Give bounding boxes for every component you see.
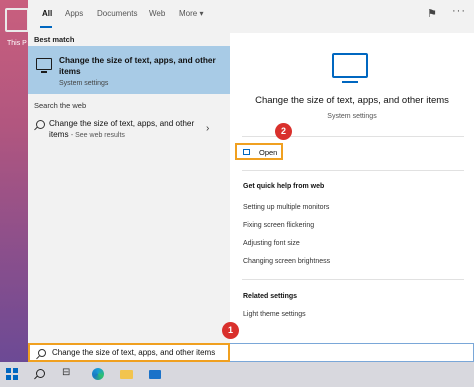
tab-more[interactable]: More ▾ [179,9,203,18]
active-tab-indicator [40,26,52,28]
best-match-subtitle: System settings [59,80,109,87]
taskbar: ⊟ [0,362,474,387]
search-input-value: Change the size of text, apps, and other… [52,348,216,357]
tab-documents[interactable]: Documents [97,9,137,18]
divider [242,136,464,137]
detail-content: Change the size of text, apps, and other… [230,33,474,343]
search-icon[interactable] [36,369,45,378]
detail-panel: ⚑ ··· Change the size of text, apps, and… [230,0,474,343]
help-link-flickering[interactable]: Fixing screen flickering [243,222,314,229]
related-settings-heading: Related settings [243,293,298,300]
open-label: Open [259,148,278,157]
file-explorer-icon[interactable] [120,370,133,379]
related-link-light-theme[interactable]: Light theme settings [243,311,306,318]
detail-subtitle: System settings [327,113,377,120]
monitor-icon [36,58,52,73]
monitor-large-icon [332,53,368,78]
search-web-heading: Search the web [34,101,87,110]
best-match-title: Change the size of text, apps, and other… [59,55,216,76]
desktop-background: This P [0,0,28,362]
web-result-subtitle: - See web results [70,132,125,139]
task-view-icon[interactable]: ⊟ [62,367,70,378]
tab-all[interactable]: All [42,9,52,18]
more-options-icon[interactable]: ··· [452,5,466,17]
help-link-font-size[interactable]: Adjusting font size [243,240,300,247]
help-link-monitors[interactable]: Setting up multiple monitors [243,204,329,211]
this-pc-icon[interactable] [5,8,28,32]
tab-web[interactable]: Web [149,9,165,18]
best-match-item[interactable]: Change the size of text, apps, and other… [28,46,230,94]
quick-help-heading: Get quick help from web [243,183,325,190]
edge-browser-icon[interactable] [92,368,104,380]
windows-start-icon[interactable] [6,368,18,380]
search-icon [36,120,45,129]
web-result-title: Change the size of text, apps, and other… [49,118,199,141]
step-badge-1: 1 [222,322,239,339]
mail-icon[interactable] [149,370,161,379]
search-results-panel: All Apps Documents Web More ▾ Best match… [28,0,230,343]
feedback-icon[interactable]: ⚑ [427,7,437,20]
web-result-item[interactable]: Change the size of text, apps, and other… [28,116,230,146]
search-input-extension[interactable] [230,343,474,362]
open-button[interactable]: Open [235,143,283,160]
help-link-brightness[interactable]: Changing screen brightness [243,258,330,265]
divider [242,279,464,280]
search-icon [38,349,46,357]
tab-apps[interactable]: Apps [65,9,83,18]
this-pc-label: This P [7,40,27,47]
chevron-right-icon[interactable]: › [206,123,209,134]
search-input[interactable]: Change the size of text, apps, and other… [28,343,230,362]
open-external-icon [243,149,250,155]
divider [242,170,464,171]
best-match-heading: Best match [34,35,75,44]
step-badge-2: 2 [275,123,292,140]
detail-title: Change the size of text, apps, and other… [255,95,449,106]
search-tabs: All Apps Documents Web More ▾ [28,0,230,30]
monitor-stand-icon [342,81,358,83]
